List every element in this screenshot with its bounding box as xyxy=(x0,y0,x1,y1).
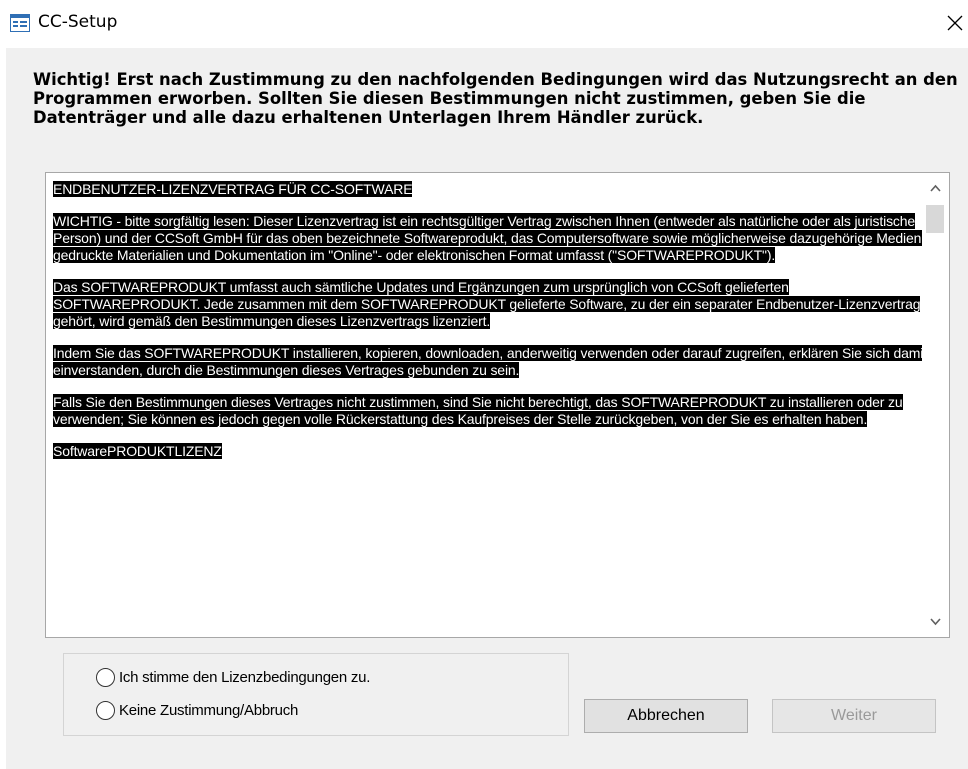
eula-paragraph: WICHTIG - bitte sorgfältig lesen: Dieser… xyxy=(53,213,928,264)
eula-content: ENDBENUTZER-LIZENZVERTRAG FÜR CC-SOFTWAR… xyxy=(53,181,928,475)
eula-paragraph: Falls Sie den Bestimmungen dieses Vertra… xyxy=(53,394,928,428)
radio-decline[interactable]: Keine Zustimmung/Abbruch xyxy=(96,699,298,721)
eula-paragraph-text: SoftwarePRODUKTLIZENZ xyxy=(53,443,222,459)
eula-paragraph-text: Indem Sie das SOFTWAREPRODUKT installier… xyxy=(53,345,928,378)
cancel-button[interactable]: Abbrechen xyxy=(584,699,748,733)
eula-paragraph-text: ENDBENUTZER-LIZENZVERTRAG FÜR CC-SOFTWAR… xyxy=(53,181,413,197)
eula-paragraph-text: WICHTIG - bitte sorgfältig lesen: Dieser… xyxy=(53,213,926,263)
radio-button-accept[interactable] xyxy=(96,667,115,687)
radio-accept-label: Ich stimme den Lizenzbedingungen zu. xyxy=(119,668,371,686)
chevron-down-icon[interactable] xyxy=(922,609,949,635)
radio-decline-label: Keine Zustimmung/Abbruch xyxy=(119,701,299,719)
eula-paragraph: ENDBENUTZER-LIZENZVERTRAG FÜR CC-SOFTWAR… xyxy=(53,181,928,198)
scrollbar-thumb[interactable] xyxy=(926,205,944,233)
next-button[interactable]: Weiter xyxy=(772,699,936,733)
eula-paragraph: SoftwarePRODUKTLIZENZ xyxy=(53,443,928,460)
eula-scrollbar[interactable] xyxy=(922,173,949,637)
window-title: CC-Setup xyxy=(38,12,118,32)
license-notice: Wichtig! Erst nach Zustimmung zu den nac… xyxy=(33,70,958,127)
eula-paragraph: Indem Sie das SOFTWAREPRODUKT installier… xyxy=(53,345,928,379)
chevron-up-icon[interactable] xyxy=(922,175,949,201)
radio-accept[interactable]: Ich stimme den Lizenzbedingungen zu. xyxy=(96,666,370,688)
eula-paragraph: Das SOFTWAREPRODUKT umfasst auch sämtlic… xyxy=(53,279,928,330)
eula-paragraph-text: Das SOFTWAREPRODUKT umfasst auch sämtlic… xyxy=(53,279,921,329)
radio-button-decline[interactable] xyxy=(96,700,115,720)
form-window-icon xyxy=(10,14,30,32)
title-bar: CC-Setup xyxy=(0,0,968,44)
eula-paragraph-text: Falls Sie den Bestimmungen dieses Vertra… xyxy=(53,394,903,427)
close-icon[interactable] xyxy=(944,12,966,34)
eula-textbox[interactable]: ENDBENUTZER-LIZENZVERTRAG FÜR CC-SOFTWAR… xyxy=(45,172,950,638)
